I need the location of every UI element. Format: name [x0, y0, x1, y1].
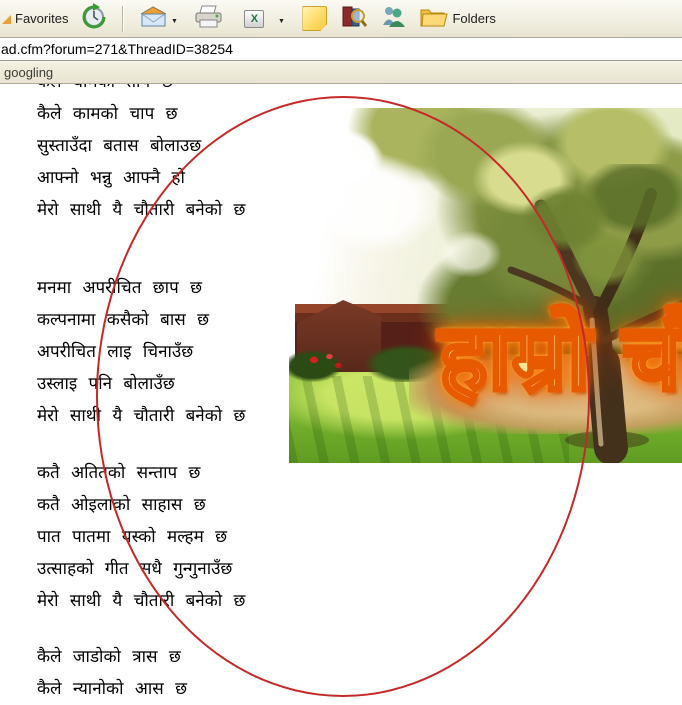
poem-line: पात पातमा यस्को मल्हम छ — [37, 521, 245, 553]
poem-line: मनमा अपरीचित छाप छ — [37, 272, 245, 304]
favorites-star-icon — [2, 15, 11, 24]
print-icon — [193, 4, 224, 34]
history-button[interactable] — [78, 0, 110, 37]
messenger-button[interactable] — [378, 2, 409, 36]
folders-label: Folders — [452, 11, 495, 26]
poem-line: अपरीचित लाइ चिनाउँछ — [37, 336, 245, 368]
poem-line: कल्पनामा कसैको बास छ — [37, 304, 245, 336]
print-button[interactable] — [191, 2, 226, 36]
photo-overlay-glow-text: हाम्रो चौ — [439, 291, 682, 416]
research-icon — [341, 4, 368, 34]
photo-foreground-leaves — [517, 164, 682, 299]
mail-button[interactable] — [136, 3, 181, 35]
mail-dropdown-arrow[interactable] — [169, 10, 179, 28]
history-icon — [80, 2, 108, 35]
page-title-bar: googling — [0, 60, 682, 84]
favorites-button[interactable]: Favorites — [0, 9, 70, 28]
poem-line: कैले कामको चाप छ — [37, 98, 245, 130]
address-bar[interactable]: ad.cfm?forum=271&ThreadID=38254 — [0, 38, 682, 60]
folders-button[interactable]: Folders — [417, 3, 497, 35]
favorites-label: Favorites — [15, 11, 68, 26]
poem-stanza-3: कतै अतितको सन्ताप छ कतै ओइलाको साहास छ प… — [37, 457, 245, 617]
poem-line: मेरो साथी यै चौतारी बनेको छ — [37, 400, 245, 432]
toolbar-separator — [122, 6, 124, 32]
poem-stanza-2: मनमा अपरीचित छाप छ कल्पनामा कसैको बास छ … — [37, 272, 245, 432]
poem-line: मेरो साथी यै चौतारी बनेको छ — [37, 585, 245, 617]
edit-excel-icon — [244, 10, 264, 28]
poem-stanza-4: कैले जाडोको त्रास छ कैले न्यानोको आस छ — [37, 641, 187, 705]
poem-stanza-1: कैले घामको ताप छ कैले कामको चाप छ सुस्ता… — [37, 66, 245, 226]
poem-line: उस्लाइ पनि बोलाउँछ — [37, 368, 245, 400]
edit-excel-button[interactable] — [242, 8, 266, 30]
poem-line: मेरो साथी यै चौतारी बनेको छ — [37, 194, 245, 226]
messenger-icon — [380, 4, 407, 34]
browser-toolbar: Favorites — [0, 0, 682, 38]
poem-line: आफ्नो भन्नु आफ्नै हो — [37, 162, 245, 194]
notes-icon — [302, 6, 327, 31]
mail-icon — [138, 5, 169, 33]
edit-dropdown-arrow[interactable] — [276, 10, 286, 28]
poem-line: उत्साहको गीत सधै गुन्गुनाउँछ — [37, 553, 245, 585]
research-button[interactable] — [339, 2, 370, 36]
page-title: googling — [0, 65, 53, 80]
poem-line: कैले न्यानोको आस छ — [37, 673, 187, 705]
poem-line: कतै ओइलाको साहास छ — [37, 489, 245, 521]
tree-courtyard-photo: हाम्रो चौ — [289, 108, 682, 463]
notes-button[interactable] — [300, 4, 329, 33]
address-url-text: ad.cfm?forum=271&ThreadID=38254 — [0, 41, 233, 57]
poem-line: सुस्ताउँदा बतास बोलाउछ — [37, 130, 245, 162]
folders-icon — [419, 5, 448, 33]
poem-line: कतै अतितको सन्ताप छ — [37, 457, 245, 489]
poem-line: कैले जाडोको त्रास छ — [37, 641, 187, 673]
